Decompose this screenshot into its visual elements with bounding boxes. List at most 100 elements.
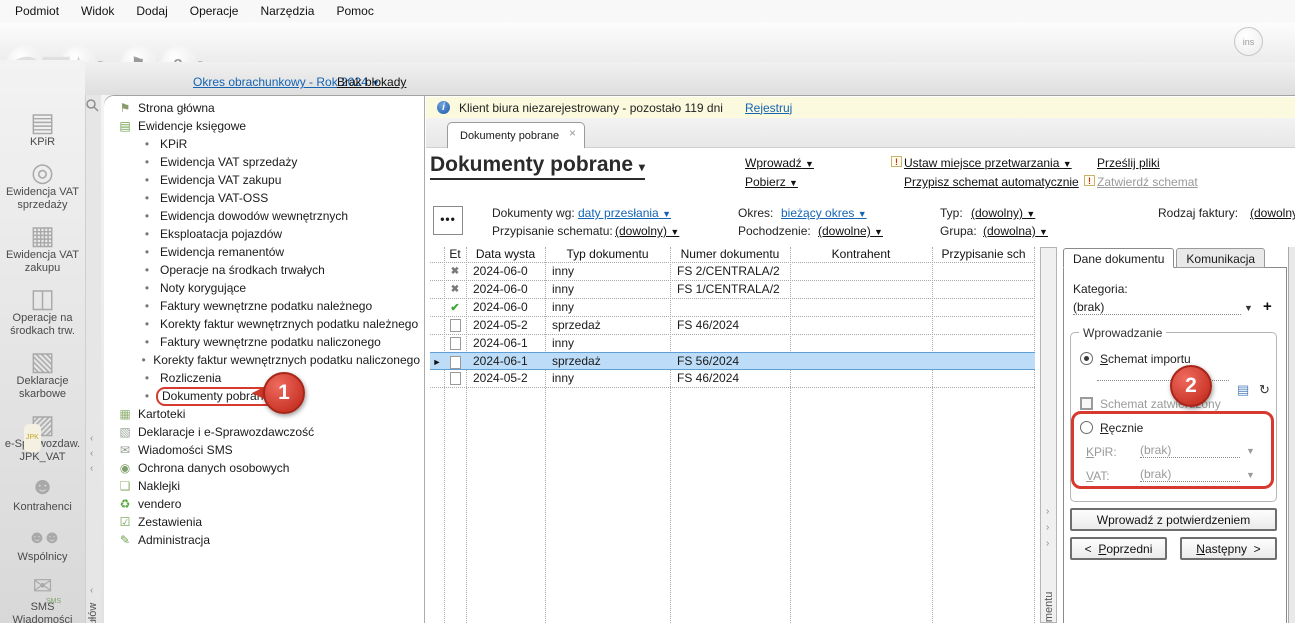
tree-item[interactable]: Zestawienia bbox=[104, 513, 424, 531]
module-item[interactable]: Ewidencja VAT zakupu bbox=[0, 221, 85, 275]
poprzedni-button[interactable]: < Poprzedni bbox=[1070, 537, 1167, 560]
kategoria-dropdown[interactable]: (brak) bbox=[1073, 300, 1241, 315]
tree-item[interactable]: Deklaracje i e-Sprawozdawczość bbox=[104, 423, 424, 441]
column-header[interactable]: Typ dokumentu bbox=[545, 247, 670, 262]
cell-number: FS 1/CENTRALA/2 bbox=[670, 281, 790, 298]
table-row[interactable]: 2024-05-2 sprzedaż FS 46/2024 bbox=[430, 317, 1035, 335]
tree-item[interactable]: Ewidencja VAT sprzedaży bbox=[104, 153, 424, 171]
column-header[interactable]: Numer dokumentu bbox=[670, 247, 790, 262]
module-item[interactable]: e-Sprawozdaw. JPK_VAT bbox=[0, 410, 85, 464]
module-item[interactable]: Wspólnicy bbox=[0, 523, 85, 564]
tree-item-icon bbox=[138, 189, 156, 207]
tree-item[interactable]: Korekty faktur wewnętrznych podatku nali… bbox=[104, 351, 424, 369]
tree-item[interactable]: Kartoteki bbox=[104, 405, 424, 423]
close-icon[interactable]: × bbox=[569, 126, 576, 140]
table-row[interactable]: 2024-05-2 inny FS 46/2024 bbox=[430, 370, 1035, 388]
cell-schema bbox=[932, 299, 1035, 316]
tree-item[interactable]: Eksploatacja pojazdów bbox=[104, 225, 424, 243]
menu-item[interactable]: Narzędzia bbox=[249, 1, 325, 21]
cell-schema bbox=[932, 353, 1035, 371]
tree-item[interactable]: Wiadomości SMS bbox=[104, 441, 424, 459]
tree-item-icon bbox=[116, 441, 134, 459]
chevron-down-icon[interactable]: ▼ bbox=[1244, 303, 1253, 313]
przypisz-schemat-link[interactable]: Przypisz schemat automatycznie bbox=[904, 175, 1079, 189]
tree-item[interactable]: Faktury wewnętrzne podatku należnego bbox=[104, 297, 424, 315]
add-category-button[interactable]: + bbox=[1263, 298, 1272, 315]
module-item[interactable]: Operacje na środkach trw. bbox=[0, 284, 85, 338]
tree-item[interactable]: Faktury wewnętrzne podatku naliczonego bbox=[104, 333, 424, 351]
wprowadz-menu-link[interactable]: Wprowadź ▼ bbox=[745, 156, 814, 170]
module-sidebar: KPiR Ewidencja VAT sprzedaży Ewidencja V… bbox=[0, 60, 85, 623]
filter-pochodzenie[interactable]: (dowolne) ▼ bbox=[818, 224, 883, 238]
przeslij-pliki-link[interactable]: Prześlij pliki bbox=[1097, 156, 1160, 170]
module-item[interactable]: KPiR bbox=[0, 108, 85, 149]
document-preview-strip[interactable]: › › › dokumentu bbox=[1040, 247, 1057, 623]
tree-item[interactable]: Naklejki bbox=[104, 477, 424, 495]
pobierz-menu-link[interactable]: Pobierz ▼ bbox=[745, 175, 798, 189]
table-row[interactable]: 2024-06-0 inny FS 2/CENTRALA/2 bbox=[430, 263, 1035, 281]
page-title[interactable]: Dokumenty pobrane ▾ bbox=[430, 153, 645, 180]
detail-panel-tab[interactable]: Dane dokumentu bbox=[1063, 248, 1174, 268]
nastepny-button[interactable]: Następny > bbox=[1180, 537, 1277, 560]
filter-grupa[interactable]: (dowolna) ▼ bbox=[983, 224, 1048, 238]
filter-rodzaj-faktury[interactable]: (dowolny) ▼ bbox=[1250, 206, 1295, 220]
column-header[interactable]: Kontrahent bbox=[790, 247, 932, 262]
tree-item[interactable]: vendero bbox=[104, 495, 424, 513]
module-item[interactable]: Deklaracje skarbowe bbox=[0, 347, 85, 401]
column-header[interactable]: Przypisanie sch bbox=[932, 247, 1035, 262]
tree-item[interactable]: Ewidencja VAT-OSS bbox=[104, 189, 424, 207]
menu-item[interactable]: Widok bbox=[70, 1, 125, 21]
tree-item[interactable]: Operacje na środkach trwałych bbox=[104, 261, 424, 279]
tree-item[interactable]: Strona główna bbox=[104, 99, 424, 117]
tree-item[interactable]: Administracja bbox=[104, 531, 424, 549]
detail-panel-tab[interactable]: Komunikacja bbox=[1176, 248, 1265, 268]
menu-item[interactable]: Podmiot bbox=[4, 1, 70, 21]
module-list-strip[interactable]: ‹ ‹ ‹ Lista modułów ‹ ‹ ‹ bbox=[85, 95, 101, 623]
lock-status-link[interactable]: Brak blokady bbox=[337, 75, 406, 89]
tab-dokumenty-pobrane[interactable]: Dokumenty pobrane × bbox=[447, 122, 585, 148]
chevron-down-icon: ▼ bbox=[1026, 209, 1035, 219]
tree-item[interactable]: Ewidencja dowodów wewnętrznych bbox=[104, 207, 424, 225]
chevron-down-icon: ▼ bbox=[1063, 159, 1072, 169]
schemat-importu-radio[interactable] bbox=[1080, 352, 1093, 365]
ustaw-miejsce-link[interactable]: Ustaw miejsce przetwarzania ▼ bbox=[904, 156, 1072, 170]
table-row[interactable]: 2024-06-0 inny bbox=[430, 299, 1035, 317]
module-item[interactable]: Ewidencja VAT sprzedaży bbox=[0, 158, 85, 212]
expand-chevron-icon: › bbox=[1046, 522, 1049, 533]
filter-okres[interactable]: bieżący okres ▼ bbox=[781, 206, 867, 220]
filter-dokumenty-wg[interactable]: daty przesłania ▼ bbox=[578, 206, 671, 220]
cell-type: sprzedaż bbox=[545, 353, 670, 371]
filter-przypisanie[interactable]: (dowolny) ▼ bbox=[615, 224, 679, 238]
wprowadz-z-potwierdzeniem-button[interactable]: Wprowadź z potwierdzeniem bbox=[1070, 508, 1277, 531]
refresh-icon[interactable]: ↻ bbox=[1259, 382, 1270, 398]
table-row[interactable]: 2024-06-1 inny bbox=[430, 335, 1035, 353]
more-options-button[interactable]: ••• bbox=[433, 206, 463, 235]
list-icon[interactable]: ▤ bbox=[1237, 382, 1249, 398]
tree-item[interactable]: Korekty faktur wewnętrznych podatku nale… bbox=[104, 315, 424, 333]
tree-item[interactable]: Ochrona danych osobowych bbox=[104, 459, 424, 477]
insert-logo-button[interactable]: ins bbox=[1234, 27, 1263, 56]
schemat-zatwierdzony-checkbox[interactable] bbox=[1080, 397, 1093, 410]
tree-item[interactable]: Ewidencja remanentów bbox=[104, 243, 424, 261]
menu-item[interactable]: Pomoc bbox=[325, 1, 384, 21]
cell-number: FS 56/2024 bbox=[670, 353, 790, 371]
filter-typ[interactable]: (dowolny) ▼ bbox=[971, 206, 1035, 220]
tree-item[interactable]: Ewidencje księgowe bbox=[104, 117, 424, 135]
register-link[interactable]: Rejestruj bbox=[745, 101, 792, 115]
menu-item[interactable]: Dodaj bbox=[125, 1, 178, 21]
zatwierdz-schemat-link[interactable]: Zatwierdź schemat bbox=[1097, 175, 1198, 189]
module-item[interactable]: Kontrahenci bbox=[0, 473, 85, 514]
tree-item[interactable]: Ewidencja VAT zakupu bbox=[104, 171, 424, 189]
tree-item[interactable]: KPiR bbox=[104, 135, 424, 153]
menu-item[interactable]: Operacje bbox=[179, 1, 250, 21]
column-header[interactable]: Et bbox=[444, 247, 466, 262]
table-row[interactable]: 2024-06-0 inny FS 1/CENTRALA/2 bbox=[430, 281, 1035, 299]
column-header[interactable]: Data wysta bbox=[466, 247, 545, 262]
tree-item[interactable]: Noty korygujące bbox=[104, 279, 424, 297]
tree-item-icon bbox=[116, 459, 134, 477]
module-item[interactable]: SMS Wiadomości robocze bbox=[0, 573, 85, 623]
search-icon[interactable] bbox=[85, 98, 99, 112]
toolbar: ➤ ▾ ➤ ▾ ⚑ ? ▾ bbox=[0, 22, 1295, 62]
table-row[interactable]: 2024-06-1 sprzedaż FS 56/2024 bbox=[430, 352, 1035, 370]
tree-item-label: Wiadomości SMS bbox=[134, 441, 237, 459]
